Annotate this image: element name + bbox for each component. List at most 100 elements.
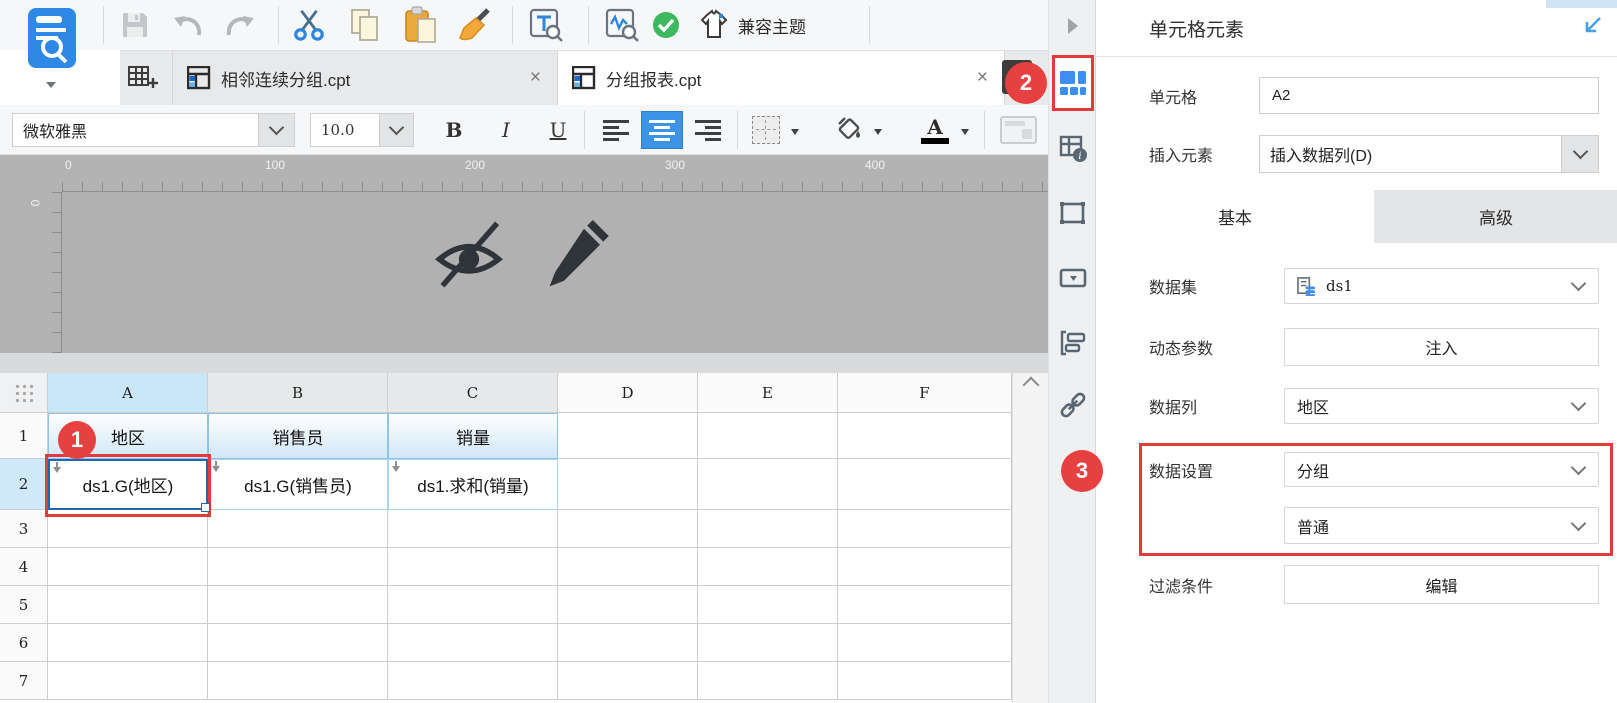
text-search-button[interactable]: [526, 6, 566, 44]
validate-check-button[interactable]: [650, 9, 682, 41]
sidebar-item-cell-element-active[interactable]: [1052, 55, 1094, 111]
dock-arrow-icon[interactable]: [1582, 14, 1604, 36]
border-dropdown-button[interactable]: [788, 127, 802, 137]
align-left-button[interactable]: [597, 113, 635, 147]
cell-B1[interactable]: 销售员: [208, 413, 388, 459]
tab-advanced[interactable]: 高级: [1374, 190, 1617, 243]
format-painter-button[interactable]: [456, 6, 494, 44]
cell-C5[interactable]: [388, 586, 558, 624]
cell-C3[interactable]: [388, 510, 558, 548]
cell-F6[interactable]: [838, 624, 1012, 662]
new-template-button[interactable]: [126, 62, 160, 94]
cell-D1[interactable]: [558, 413, 698, 459]
cell-C1[interactable]: 销量: [388, 413, 558, 459]
cell-A5[interactable]: [48, 586, 208, 624]
cell-A7[interactable]: [48, 662, 208, 700]
cell-F3[interactable]: [838, 510, 1012, 548]
redo-button[interactable]: [222, 8, 258, 42]
col-header-E[interactable]: E: [698, 373, 838, 413]
row-header-2[interactable]: 2: [0, 459, 48, 510]
cell-E7[interactable]: [698, 662, 838, 700]
cell-F4[interactable]: [838, 548, 1012, 586]
sidebar-item-hyperlink[interactable]: [1058, 390, 1088, 425]
parameter-pane-canvas[interactable]: [62, 192, 1048, 353]
pencil-edit-icon[interactable]: [540, 210, 620, 294]
row-header-1[interactable]: 1: [0, 413, 48, 459]
border-button[interactable]: [750, 115, 782, 145]
merge-toolbar-button-disabled[interactable]: [998, 113, 1040, 147]
sidebar-item-float-element[interactable]: [1058, 198, 1088, 233]
dataset-select[interactable]: ds1: [1284, 268, 1599, 304]
font-color-dropdown-button[interactable]: [958, 127, 972, 137]
tab-close-icon[interactable]: ×: [961, 67, 1004, 89]
undo-button[interactable]: [170, 8, 206, 42]
cell-D3[interactable]: [558, 510, 698, 548]
copy-button[interactable]: [346, 6, 384, 44]
font-color-button[interactable]: A: [916, 113, 954, 147]
bold-button[interactable]: B: [437, 113, 471, 147]
cell-B6[interactable]: [208, 624, 388, 662]
align-center-button[interactable]: [641, 111, 683, 149]
selection-handle[interactable]: [201, 503, 210, 512]
cell-D5[interactable]: [558, 586, 698, 624]
cell-E3[interactable]: [698, 510, 838, 548]
font-family-select[interactable]: 微软雅黑: [12, 113, 295, 147]
cell-E6[interactable]: [698, 624, 838, 662]
cell-E4[interactable]: [698, 548, 838, 586]
cell-B3[interactable]: [208, 510, 388, 548]
cell-F7[interactable]: [838, 662, 1012, 700]
cell-D6[interactable]: [558, 624, 698, 662]
chevron-up-icon[interactable]: [1022, 376, 1039, 394]
sidebar-item-cell-attribute[interactable]: i: [1058, 133, 1088, 168]
cell-C2[interactable]: ds1.求和(销量): [388, 459, 558, 510]
col-header-C[interactable]: C: [388, 373, 558, 413]
cell-B5[interactable]: [208, 586, 388, 624]
sidebar-item-widget[interactable]: [1058, 263, 1088, 298]
tab-group-report[interactable]: 分组报表.cpt ×: [558, 51, 1005, 105]
font-size-select[interactable]: 10.0: [310, 113, 414, 147]
cell-E5[interactable]: [698, 586, 838, 624]
cell-E1[interactable]: [698, 413, 838, 459]
align-right-button[interactable]: [689, 113, 727, 147]
row-header-4[interactable]: 4: [0, 548, 48, 586]
cell-ref-input[interactable]: [1259, 77, 1599, 114]
tab-close-icon[interactable]: ×: [514, 67, 557, 89]
col-header-B[interactable]: B: [208, 373, 388, 413]
cell-A4[interactable]: [48, 548, 208, 586]
tab-adjacent-group[interactable]: 相邻连续分组.cpt ×: [172, 51, 558, 105]
row-header-5[interactable]: 5: [0, 586, 48, 624]
cell-C4[interactable]: [388, 548, 558, 586]
cell-C7[interactable]: [388, 662, 558, 700]
collapse-panel-icon[interactable]: [1067, 18, 1078, 34]
compat-theme-button[interactable]: [696, 8, 732, 42]
cell-B2[interactable]: ds1.G(销售员): [208, 459, 388, 510]
app-logo-template-search-icon[interactable]: [28, 8, 76, 68]
save-button[interactable]: [118, 8, 152, 42]
row-header-7[interactable]: 7: [0, 662, 48, 700]
cell-E2[interactable]: [698, 459, 838, 510]
paste-button[interactable]: [402, 5, 440, 45]
eye-off-icon[interactable]: [430, 214, 508, 292]
cell-B7[interactable]: [208, 662, 388, 700]
template-preview-button[interactable]: [602, 6, 642, 44]
fill-color-dropdown-button[interactable]: [871, 127, 885, 137]
data-column-select[interactable]: 地区: [1284, 388, 1599, 424]
row-header-6[interactable]: 6: [0, 624, 48, 662]
cell-D7[interactable]: [558, 662, 698, 700]
underline-button[interactable]: U: [541, 113, 575, 147]
fill-color-button[interactable]: [833, 114, 867, 146]
filter-edit-button[interactable]: 编辑: [1284, 565, 1599, 604]
cell-F1[interactable]: [838, 413, 1012, 459]
cell-D4[interactable]: [558, 548, 698, 586]
cell-F2[interactable]: [838, 459, 1012, 510]
cell-F5[interactable]: [838, 586, 1012, 624]
insert-element-select[interactable]: 插入数据列(D): [1259, 135, 1599, 173]
cell-B4[interactable]: [208, 548, 388, 586]
cell-A6[interactable]: [48, 624, 208, 662]
compat-theme-label[interactable]: 兼容主题: [738, 13, 806, 38]
dynamic-param-inject-button[interactable]: 注入: [1284, 328, 1599, 366]
sheet-vertical-scrollbar[interactable]: [1012, 373, 1048, 703]
logo-dropdown-caret-icon[interactable]: [46, 82, 56, 88]
cell-C6[interactable]: [388, 624, 558, 662]
grid-select-all-corner[interactable]: [0, 373, 48, 413]
